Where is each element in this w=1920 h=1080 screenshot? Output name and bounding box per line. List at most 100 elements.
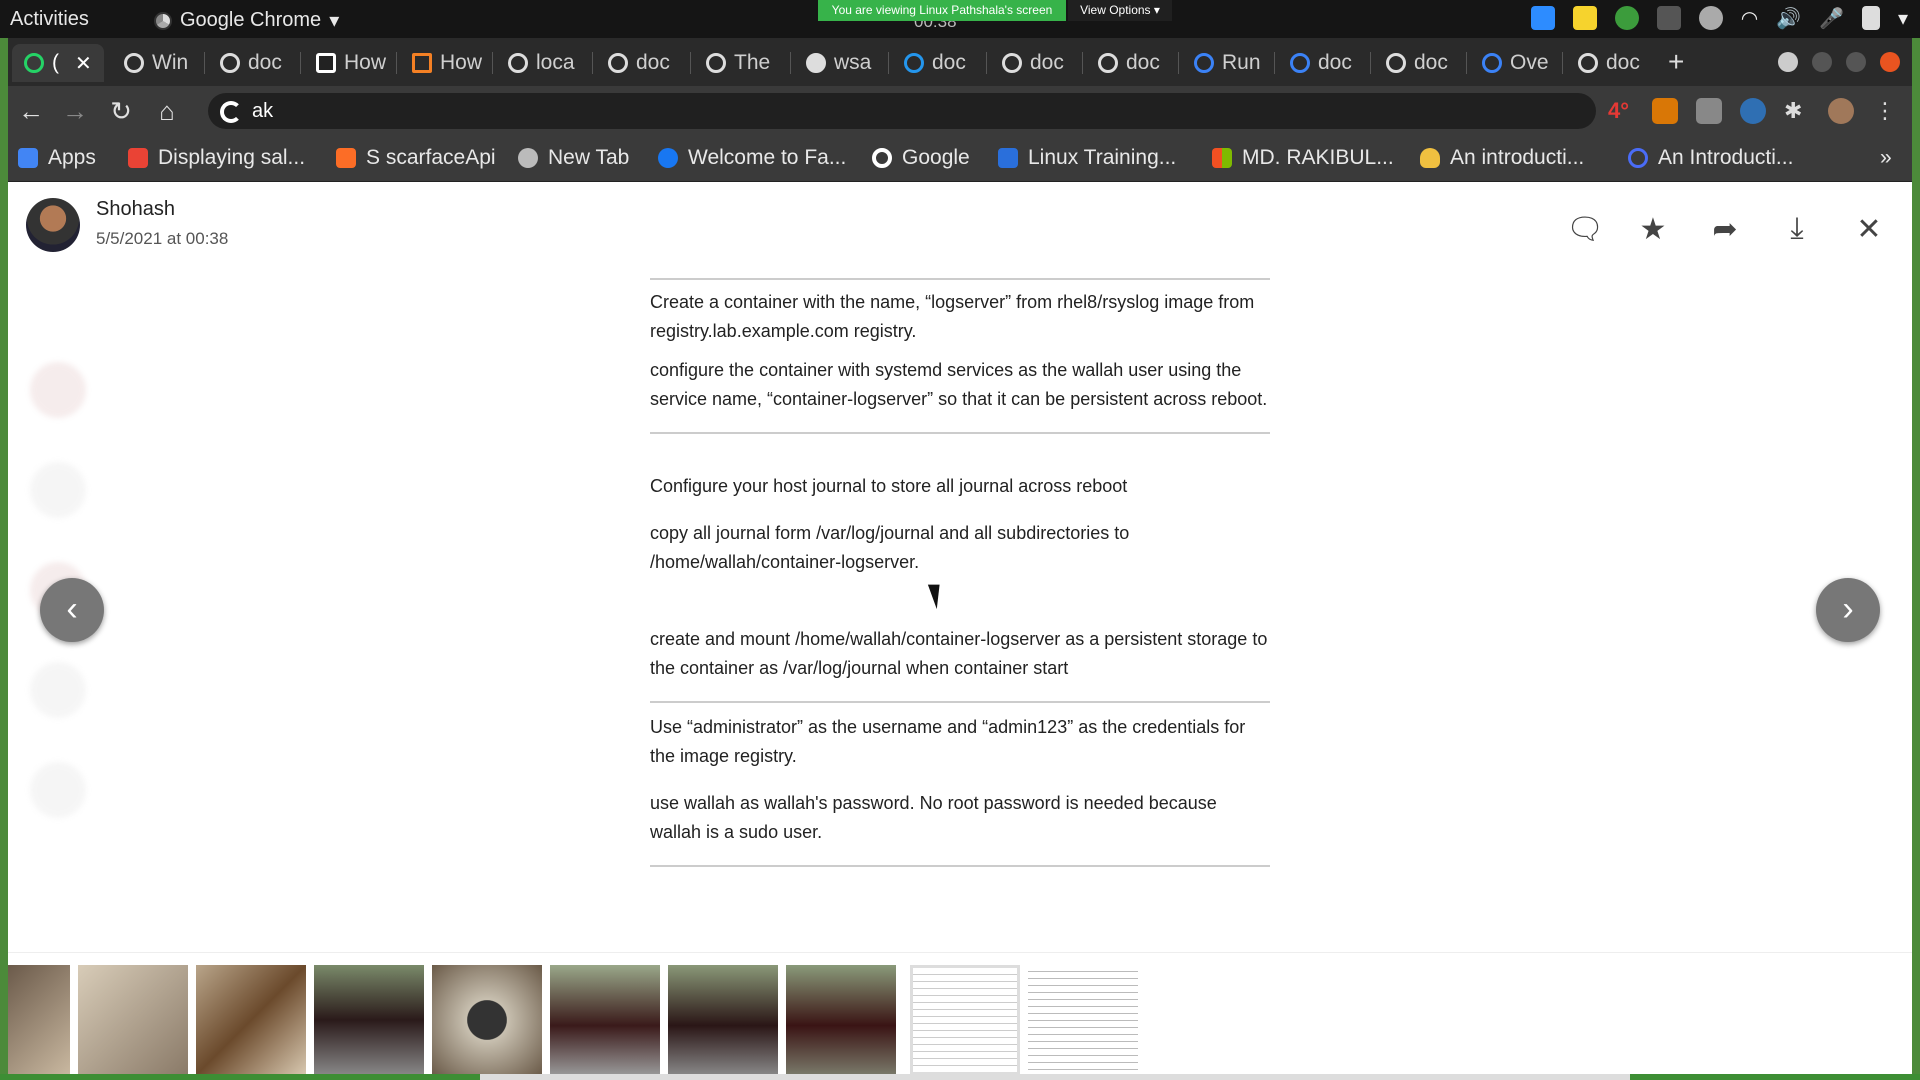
app-menu[interactable]: Google Chrome ▾ — [154, 8, 339, 33]
new-tab-button[interactable]: + — [1668, 46, 1684, 78]
tab-item[interactable]: doc — [990, 44, 1086, 82]
media-thumbnail[interactable] — [8, 965, 70, 1074]
view-options-label: View Options — [1080, 3, 1151, 17]
close-icon[interactable]: ✕ — [75, 51, 92, 76]
close-icon[interactable]: ✕ — [1854, 212, 1884, 247]
maximize-button[interactable] — [1846, 52, 1866, 72]
tab-item[interactable]: doc — [1374, 44, 1470, 82]
bookmark-item[interactable]: An introducti... — [1420, 146, 1584, 170]
address-bar[interactable]: ak — [208, 93, 1596, 129]
home-button[interactable]: ⌂ — [152, 96, 182, 127]
forward-icon[interactable]: ➦ — [1710, 212, 1740, 247]
scrollbar-thumb[interactable] — [1000, 1074, 1630, 1080]
tab-item[interactable]: doc — [596, 44, 688, 82]
scrollbar-thumb[interactable] — [480, 1074, 1000, 1080]
zoom-icon[interactable] — [1530, 6, 1555, 30]
a-icon[interactable] — [1656, 6, 1681, 30]
bookmark-label: Linux Training... — [1028, 146, 1177, 169]
reply-icon[interactable]: 🗨 — [1566, 212, 1604, 247]
media-thumbnail[interactable] — [668, 965, 778, 1074]
notes-icon[interactable] — [1572, 6, 1597, 30]
previous-media-button[interactable]: ‹ — [40, 578, 104, 642]
media-thumbnail-selected[interactable] — [910, 965, 1020, 1074]
view-options-button[interactable]: View Options ▾ — [1068, 0, 1172, 21]
extension-icon[interactable] — [1652, 98, 1678, 124]
google-icon — [1386, 53, 1406, 73]
media-thumbnail[interactable] — [432, 965, 542, 1074]
bookmark-item[interactable]: New Tab — [518, 146, 629, 170]
bookmark-item[interactable]: Google — [872, 146, 970, 170]
tab-divider — [1082, 52, 1083, 74]
tab-divider — [1466, 52, 1467, 74]
volume-icon[interactable]: 🔊 — [1776, 6, 1801, 30]
next-media-button[interactable]: › — [1816, 578, 1880, 642]
bookmark-item[interactable]: MD. RAKIBUL... — [1212, 146, 1394, 170]
close-window-button[interactable] — [1880, 52, 1900, 72]
puzzle-icon[interactable]: ✱ — [1784, 98, 1810, 124]
tab-item[interactable]: Run — [1182, 44, 1278, 82]
media-thumbnail-strip — [8, 952, 1912, 1074]
bookmark-item[interactable]: S scarfaceApi — [336, 146, 496, 170]
menu-icon[interactable]: ⋮ — [1872, 98, 1898, 124]
star-icon[interactable]: ★ — [1638, 212, 1668, 247]
media-thumbnail[interactable] — [550, 965, 660, 1074]
tab-label: How — [344, 51, 387, 74]
vpn-icon[interactable] — [1614, 6, 1639, 30]
avatar — [26, 198, 80, 252]
forward-button[interactable]: → — [60, 96, 90, 127]
tab-item[interactable]: wsa — [794, 44, 890, 82]
reload-button[interactable]: ↻ — [106, 96, 136, 127]
bookmark-item[interactable]: Welcome to Fa... — [658, 146, 846, 170]
tab-divider — [204, 52, 205, 74]
media-thumbnail[interactable] — [78, 965, 188, 1074]
tab-item[interactable]: How — [400, 44, 486, 82]
tab-whatsapp[interactable]: ( ✕ — [12, 44, 104, 82]
tab-item[interactable]: doc — [208, 44, 294, 82]
app-menu-label: Google Chrome — [180, 9, 322, 31]
sender-info: Shohash 5/5/2021 at 00:38 — [26, 198, 228, 252]
download-icon[interactable]: ⤓ — [1782, 212, 1812, 247]
google-icon — [1578, 53, 1598, 73]
tab-search-icon[interactable] — [1778, 52, 1798, 72]
tab-item[interactable]: doc — [892, 44, 988, 82]
wifi-icon[interactable]: ◠ — [1741, 6, 1758, 30]
bookmark-item[interactable]: Linux Training... — [998, 146, 1176, 170]
weather-extension[interactable]: 4° — [1608, 98, 1634, 124]
media-thumbnail[interactable] — [314, 965, 424, 1074]
tab-item[interactable]: loca — [496, 44, 588, 82]
paragraph: configure the container with systemd ser… — [650, 360, 1268, 409]
avatar — [30, 762, 86, 818]
minimize-button[interactable] — [1812, 52, 1832, 72]
media-thumbnail[interactable] — [786, 965, 896, 1074]
media-thumbnail[interactable] — [1028, 965, 1138, 1074]
activities-button[interactable]: Activities — [10, 8, 89, 31]
tab-label: How — [440, 51, 483, 74]
tab-label: Ove — [1510, 51, 1549, 74]
tab-item[interactable]: doc — [1566, 44, 1662, 82]
paragraph: create and mount /home/wallah/container-… — [650, 629, 1268, 678]
battery-icon[interactable] — [1861, 6, 1880, 30]
tab-label: doc — [1030, 51, 1064, 74]
bookmark-apps[interactable]: Apps — [18, 146, 96, 170]
site-icon — [316, 53, 336, 73]
extension-icon[interactable] — [1740, 98, 1766, 124]
bookmark-item[interactable]: Displaying sal... — [128, 146, 305, 170]
media-thumbnail[interactable] — [196, 965, 306, 1074]
bookmark-item[interactable]: An Introducti... — [1628, 146, 1793, 170]
status-icon[interactable] — [1698, 6, 1723, 30]
profile-avatar[interactable] — [1828, 98, 1854, 124]
horizontal-scrollbar[interactable] — [0, 1074, 1920, 1080]
tab-item[interactable]: The — [694, 44, 790, 82]
tab-item[interactable]: Ove — [1470, 44, 1566, 82]
bookmarks-overflow-button[interactable]: » — [1880, 146, 1892, 170]
tab-divider — [888, 52, 889, 74]
back-button[interactable]: ← — [16, 96, 46, 127]
extension-icon[interactable] — [1696, 98, 1722, 124]
chevron-down-icon[interactable]: ▾ — [1898, 6, 1908, 30]
tab-item[interactable]: Win — [112, 44, 198, 82]
tab-item[interactable]: How — [304, 44, 390, 82]
tab-item[interactable]: doc — [1086, 44, 1182, 82]
tab-item[interactable]: doc — [1278, 44, 1374, 82]
tab-divider — [300, 52, 301, 74]
mic-icon[interactable]: 🎤 — [1819, 6, 1844, 30]
